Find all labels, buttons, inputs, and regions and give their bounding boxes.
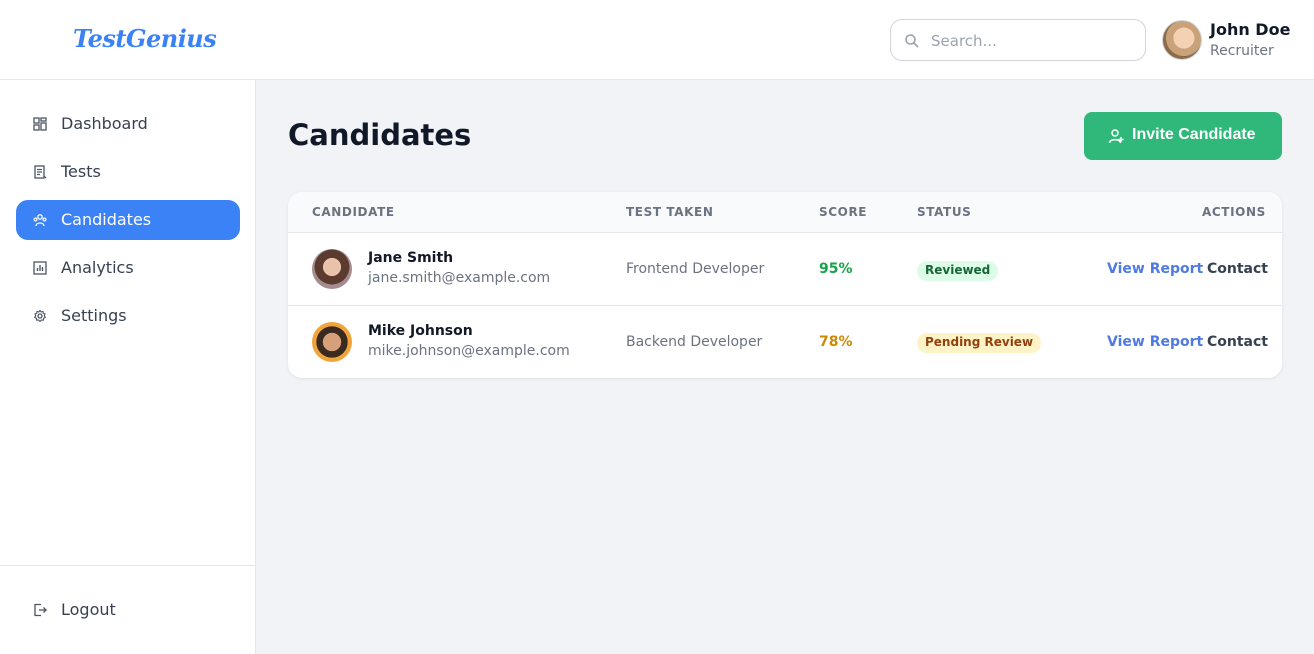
test-taken: Frontend Developer: [626, 261, 765, 277]
candidate-avatar: [312, 249, 352, 289]
sidebar-item-label: Candidates: [61, 210, 152, 229]
candidate-name: Mike Johnson: [368, 323, 473, 339]
user-name: John Doe: [1210, 20, 1291, 39]
sidebar-item-label: Tests: [61, 162, 101, 181]
sidebar-item-label: Analytics: [61, 258, 134, 277]
contact-link[interactable]: Contact: [1207, 334, 1268, 350]
status-badge: Reviewed: [917, 261, 999, 281]
dashboard-icon: [33, 117, 47, 131]
column-header-test-taken: TEST TAKEN: [626, 205, 714, 219]
contact-link[interactable]: Contact: [1207, 261, 1268, 277]
candidates-table: CANDIDATE TEST TAKEN SCORE STATUS ACTION…: [288, 192, 1282, 378]
sidebar-item-dashboard[interactable]: Dashboard: [16, 104, 240, 144]
logout-button[interactable]: Logout: [16, 590, 240, 630]
view-report-link[interactable]: View Report: [1107, 261, 1203, 277]
test-taken: Backend Developer: [626, 334, 763, 350]
sidebar-item-analytics[interactable]: Analytics: [16, 248, 240, 288]
sidebar-item-tests[interactable]: Tests: [16, 152, 240, 192]
search-box[interactable]: [890, 19, 1146, 61]
candidate-avatar: [312, 322, 352, 362]
invite-button-label: Invite Candidate: [1132, 126, 1256, 143]
invite-candidate-button[interactable]: Invite Candidate: [1084, 112, 1282, 160]
logo[interactable]: TestGenius: [73, 24, 217, 53]
sidebar: Dashboard Tests Candidates Analytics Set…: [0, 80, 256, 654]
column-header-status: STATUS: [917, 205, 972, 219]
sidebar-item-candidates[interactable]: Candidates: [16, 200, 240, 240]
settings-icon: [33, 309, 47, 323]
top-header: TestGenius John Doe Recruiter: [0, 0, 1314, 80]
candidates-icon: [33, 214, 47, 227]
sidebar-item-settings[interactable]: Settings: [16, 296, 240, 336]
add-user-icon: [1108, 129, 1124, 144]
search-input[interactable]: [931, 30, 1131, 52]
user-avatar[interactable]: [1162, 20, 1202, 60]
logout-icon: [34, 603, 47, 617]
tests-icon: [34, 165, 47, 179]
search-icon: [905, 34, 919, 48]
user-role: Recruiter: [1210, 43, 1274, 59]
column-header-candidate: CANDIDATE: [312, 205, 395, 219]
table-row: Mike Johnson mike.johnson@example.com Ba…: [288, 306, 1282, 378]
table-row: Jane Smith jane.smith@example.com Fronte…: [288, 233, 1282, 306]
logout-label: Logout: [61, 600, 116, 619]
table-header: CANDIDATE TEST TAKEN SCORE STATUS ACTION…: [288, 192, 1282, 233]
candidate-email: jane.smith@example.com: [368, 270, 551, 286]
status-badge: Pending Review: [917, 333, 1042, 353]
analytics-icon: [33, 261, 47, 275]
column-header-actions: ACTIONS: [1202, 205, 1266, 219]
candidate-name: Jane Smith: [368, 250, 454, 266]
column-header-score: SCORE: [819, 205, 868, 219]
sidebar-item-label: Dashboard: [61, 114, 148, 133]
candidate-email: mike.johnson@example.com: [368, 343, 570, 359]
sidebar-divider: [0, 565, 256, 566]
score-value: 95%: [819, 261, 853, 277]
sidebar-item-label: Settings: [61, 306, 127, 325]
score-value: 78%: [819, 334, 853, 350]
page-title: Candidates: [288, 118, 472, 152]
view-report-link[interactable]: View Report: [1107, 334, 1203, 350]
